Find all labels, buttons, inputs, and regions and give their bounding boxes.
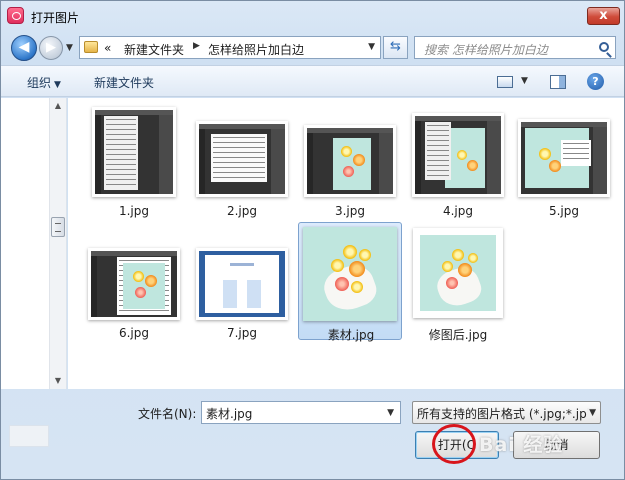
photoshop-screenshot-thumb [521,122,607,194]
file-item-5[interactable]: 5.jpg [512,104,616,222]
address-row: ◀ ▶ ▼ « 新建文件夹 ▶ 怎样给照片加白边 ▼ ⇆ 搜索 怎样给照片加白边 [1,31,624,63]
photoshop-screenshot-thumb [415,116,501,194]
web-page-thumb [199,251,285,317]
file-thumbnail [518,119,610,197]
folder-icon [84,41,98,53]
photoshop-screenshot-thumb [91,251,177,317]
address-dropdown-icon[interactable]: ▼ [368,42,375,52]
file-name: 6.jpg [118,326,150,340]
scroll-down-icon[interactable]: ▼ [50,373,66,389]
file-name: 7.jpg [226,326,258,340]
help-icon[interactable]: ? [587,73,604,90]
filename-input[interactable]: 素材.jpg ▼ [201,401,401,424]
organize-label: 组织 [27,76,52,90]
food-photo-thumb [303,227,397,321]
breadcrumb-current-folder[interactable]: 怎样给照片加白边 [208,41,304,58]
file-name: 2.jpg [226,204,258,218]
file-thumbnail [196,121,288,197]
open-file-dialog: 打开图片 x ◀ ▶ ▼ « 新建文件夹 ▶ 怎样给照片加白边 ▼ ⇆ 搜索 怎… [0,0,625,480]
file-name: 4.jpg [442,204,474,218]
file-thumbnail [92,107,176,197]
file-item-6[interactable]: 6.jpg [82,222,186,340]
title-bar: 打开图片 x [1,1,624,31]
watermark: Bai 经验 [479,434,564,456]
new-folder-button[interactable]: 新建文件夹 [94,74,154,91]
photoshop-screenshot-thumb [95,110,173,194]
scroll-thumb[interactable] [51,217,65,237]
file-item-9[interactable]: 修图后.jpg [406,222,510,342]
file-item-1[interactable]: 1.jpg [82,104,186,222]
file-item-7[interactable]: 7.jpg [190,222,294,340]
navigation-item[interactable] [9,425,49,447]
file-thumbnail [412,113,504,197]
file-name: 修图后.jpg [428,328,488,342]
breadcrumb-overflow[interactable]: « [104,41,111,55]
file-name: 5.jpg [548,204,580,218]
file-name: 素材.jpg [327,328,375,342]
filename-dropdown-icon[interactable]: ▼ [387,408,394,418]
file-thumbnail [413,228,503,318]
search-input[interactable]: 搜索 怎样给照片加白边 [414,36,616,59]
chevron-down-icon: ▼ [54,80,61,90]
preview-pane-icon[interactable] [550,75,566,89]
file-name: 3.jpg [334,204,366,218]
file-thumbnail [303,227,397,321]
scroll-up-icon[interactable]: ▲ [50,98,66,114]
chevron-down-icon: ▼ [587,408,596,418]
file-thumbnail [304,125,396,197]
app-icon [7,7,24,24]
history-dropdown-icon[interactable]: ▼ [66,43,73,53]
file-item-selected[interactable]: 素材.jpg [298,222,402,342]
refresh-button[interactable]: ⇆ [383,36,408,59]
command-bar: 组织 ▼ 新建文件夹 ▼ ? [1,65,624,97]
back-button[interactable]: ◀ [11,35,37,61]
file-item-4[interactable]: 4.jpg [406,104,510,222]
search-placeholder: 搜索 怎样给照片加白边 [424,43,548,57]
filename-label: 文件名(N): [138,407,197,421]
view-dropdown-icon[interactable]: ▼ [521,76,528,86]
navigation-scrollbar[interactable]: ▲ ▼ [49,98,66,389]
search-icon[interactable] [599,42,609,52]
forward-button[interactable]: ▶ [39,36,63,60]
file-thumbnail [88,248,180,320]
file-name: 1.jpg [118,204,150,218]
close-button[interactable]: x [587,7,620,25]
filetype-value: 所有支持的图片格式 (*.jpg;*.jp [417,407,587,421]
file-thumbnail [196,248,288,320]
file-list: 1.jpg 2.jpg 3.jpg 4.jpg 5.jpg 6.jpg 7.jp… [68,98,624,389]
annotation-circle [432,424,476,464]
photoshop-screenshot-thumb [199,124,285,194]
photoshop-screenshot-thumb [307,128,393,194]
view-options-icon[interactable] [497,76,513,88]
filetype-select[interactable]: 所有支持的图片格式 (*.jpg;*.jp ▼ [412,401,601,424]
organize-menu[interactable]: 组织 ▼ [27,74,61,91]
food-photo-white-border-thumb [420,235,496,311]
breadcrumb-new-folder[interactable]: 新建文件夹 [124,41,184,58]
file-item-3[interactable]: 3.jpg [298,104,402,222]
address-bar[interactable]: « 新建文件夹 ▶ 怎样给照片加白边 ▼ [79,36,381,59]
file-item-2[interactable]: 2.jpg [190,104,294,222]
window-title: 打开图片 [31,11,80,25]
breadcrumb-separator-icon[interactable]: ▶ [193,41,200,51]
filename-value: 素材.jpg [206,407,253,421]
